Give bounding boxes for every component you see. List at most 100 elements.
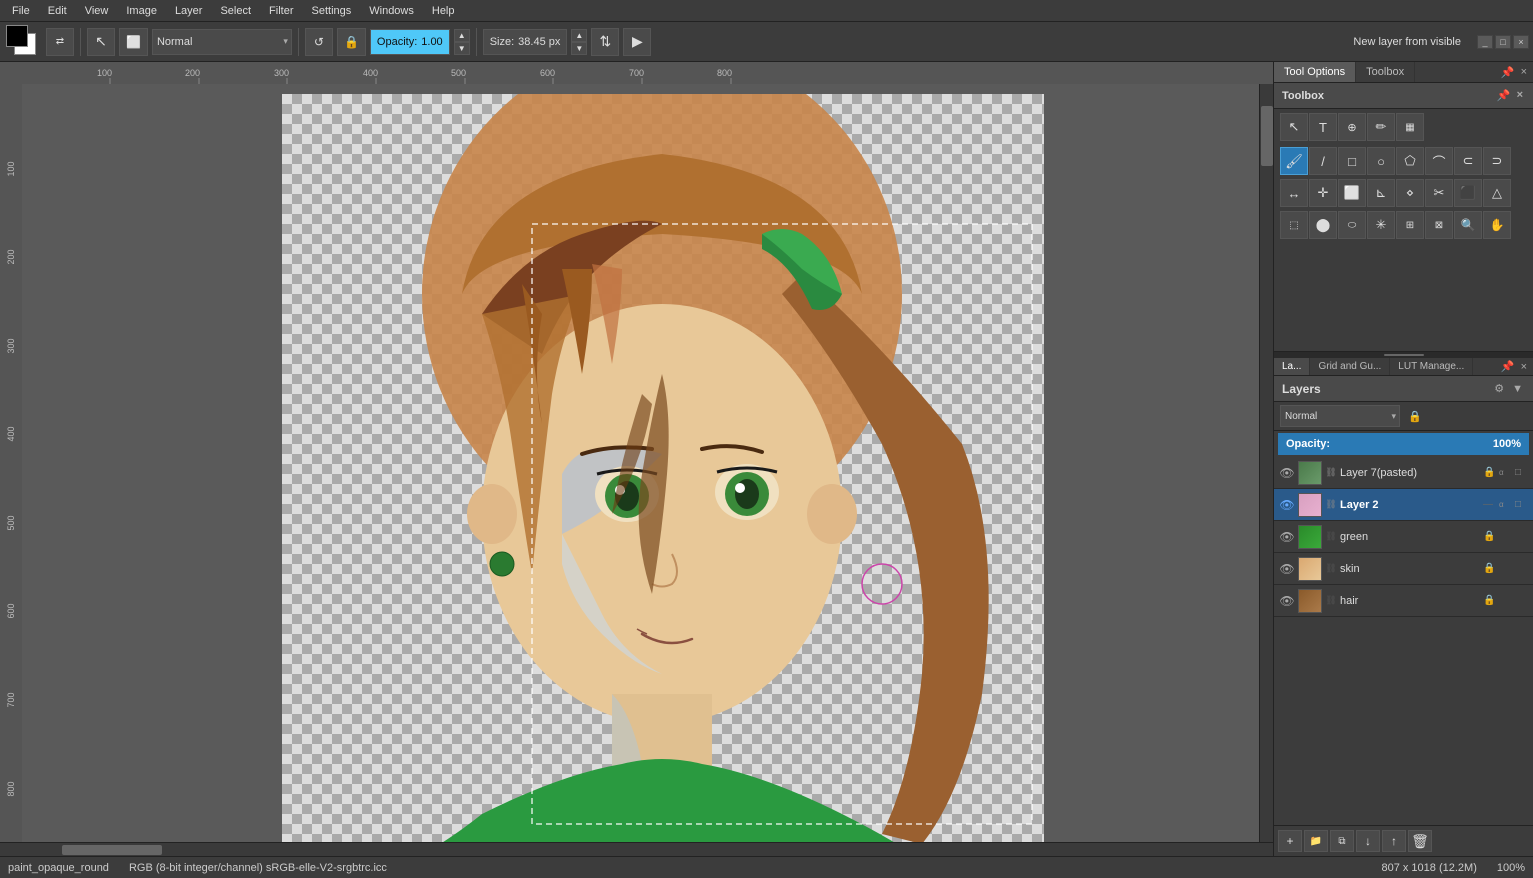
panel-pin-btn[interactable]: 📌	[1499, 64, 1517, 81]
layer-lock-skin[interactable]: 🔒	[1483, 563, 1497, 574]
layers-opacity-bar[interactable]: Opacity: 100%	[1278, 433, 1529, 455]
layer-row-pasted[interactable]: 👁 ⛓ Layer 7(pasted) 🔒 α □	[1274, 457, 1533, 489]
maximize-btn[interactable]: □	[1495, 35, 1511, 49]
size-up-btn[interactable]: ▲	[571, 29, 587, 42]
layer-row-skin[interactable]: 👁 ⛓ skin 🔒	[1274, 553, 1533, 585]
close-btn[interactable]: ×	[1513, 35, 1529, 49]
tool-clone[interactable]: ⬛	[1454, 179, 1482, 207]
flip-h-btn[interactable]: ⇅	[591, 28, 619, 56]
tool-smudge[interactable]: ⋄	[1396, 179, 1424, 207]
tool-path2[interactable]: ⊃	[1483, 147, 1511, 175]
tool-sel-ellipse[interactable]: ⬤	[1309, 211, 1337, 239]
tool-perspective[interactable]: △	[1483, 179, 1511, 207]
layer-row-layer2[interactable]: 👁 ⛓ Layer 2 — α □	[1274, 489, 1533, 521]
layer-toolbar: + 📁 ⧉ ↓ ↑ 🗑	[1274, 825, 1533, 856]
tool-sel-rect[interactable]: ⬚	[1280, 211, 1308, 239]
tool-pan[interactable]: ✋	[1483, 211, 1511, 239]
tab-layers[interactable]: La...	[1274, 358, 1310, 375]
tool-circle[interactable]: ○	[1367, 147, 1395, 175]
tool-warp[interactable]: ⊾	[1367, 179, 1395, 207]
tool-pencil[interactable]: ✏	[1367, 113, 1395, 141]
layer-lock-pasted[interactable]: 🔒	[1483, 467, 1497, 478]
layer-lock-layer2[interactable]: —	[1483, 499, 1497, 510]
tool-eraser[interactable]: ▦	[1396, 113, 1424, 141]
panel-close-btn[interactable]: ×	[1519, 64, 1529, 80]
menu-image[interactable]: Image	[118, 3, 165, 19]
vertical-scrollbar[interactable]	[1259, 84, 1273, 842]
tool-polygon[interactable]: ⬠	[1396, 147, 1424, 175]
layers-expand-btn[interactable]: ▼	[1510, 381, 1525, 397]
layer-lock-hair[interactable]: 🔒	[1483, 595, 1497, 606]
layer-lock-green[interactable]: 🔒	[1483, 531, 1497, 542]
layer-eye-hair[interactable]: 👁	[1278, 592, 1296, 610]
layers-pin-btn[interactable]: 📌	[1499, 358, 1517, 375]
minimize-btn[interactable]: _	[1477, 35, 1493, 49]
toolbox-row-1: ↖ T ⊕ ✏ ▦	[1274, 109, 1533, 145]
tool-sel-border[interactable]: ⊠	[1425, 211, 1453, 239]
tab-toolbox[interactable]: Toolbox	[1356, 62, 1415, 82]
toolbox-close-btn[interactable]: ×	[1515, 87, 1525, 104]
tool-path1[interactable]: ⊂	[1454, 147, 1482, 175]
horizontal-scrollbar-thumb[interactable]	[62, 845, 162, 855]
menu-layer[interactable]: Layer	[167, 3, 211, 19]
toolbox-pin-btn[interactable]: 📌	[1495, 87, 1513, 104]
tool-sel-grow[interactable]: ⊞	[1396, 211, 1424, 239]
duplicate-layer-btn[interactable]: ⧉	[1330, 830, 1354, 852]
lock-opacity-btn[interactable]: 🔒	[337, 28, 366, 56]
layer-eye-pasted[interactable]: 👁	[1278, 464, 1296, 482]
opacity-up-btn[interactable]: ▲	[454, 29, 470, 42]
tool-curve[interactable]: ⌒	[1425, 147, 1453, 175]
tool-option-1[interactable]: ↖	[87, 28, 115, 56]
delete-layer-btn[interactable]: 🗑	[1408, 830, 1432, 852]
menu-windows[interactable]: Windows	[361, 3, 422, 19]
new-layer-btn[interactable]: +	[1278, 830, 1302, 852]
horizontal-scrollbar[interactable]	[0, 842, 1273, 856]
swap-colors-btn[interactable]: ⇄	[46, 28, 74, 56]
layer-row-hair[interactable]: 👁 ⛓ hair 🔒	[1274, 585, 1533, 617]
tab-tool-options[interactable]: Tool Options	[1274, 62, 1356, 82]
tool-option-2[interactable]: ⬜	[119, 28, 148, 56]
menu-view[interactable]: View	[77, 3, 117, 19]
mode-select[interactable]: Normal Dissolve Multiply Screen	[152, 29, 292, 55]
menu-edit[interactable]: Edit	[40, 3, 75, 19]
tool-move[interactable]: ✛	[1309, 179, 1337, 207]
tool-align[interactable]: ↔	[1280, 179, 1308, 207]
tool-text[interactable]: T	[1309, 113, 1337, 141]
tool-sel-fuzzy[interactable]: ✳	[1367, 211, 1395, 239]
menu-help[interactable]: Help	[424, 3, 463, 19]
foreground-color-swatch[interactable]	[6, 25, 28, 47]
layers-lock-btn[interactable]: 🔒	[1406, 408, 1424, 425]
layers-settings-btn[interactable]: ⚙	[1492, 380, 1506, 397]
tool-line[interactable]: /	[1309, 147, 1337, 175]
layer-eye-green[interactable]: 👁	[1278, 528, 1296, 546]
tool-scissors[interactable]: ✂	[1425, 179, 1453, 207]
menu-select[interactable]: Select	[212, 3, 259, 19]
tool-sel-freehand[interactable]: ⬭	[1338, 211, 1366, 239]
layer-eye-skin[interactable]: 👁	[1278, 560, 1296, 578]
menu-settings[interactable]: Settings	[304, 3, 360, 19]
tool-rect[interactable]: □	[1338, 147, 1366, 175]
tab-grid-guides[interactable]: Grid and Gu...	[1310, 358, 1390, 375]
reset-opacity-btn[interactable]: ↺	[305, 28, 333, 56]
opacity-down-btn[interactable]: ▼	[454, 42, 470, 55]
toolbox-row-2: 🖌 / □ ○ ⬠ ⌒ ⊂ ⊃	[1274, 145, 1533, 177]
layers-close-btn[interactable]: ×	[1519, 359, 1529, 375]
layer-row-green[interactable]: 👁 ⛓ green 🔒	[1274, 521, 1533, 553]
tool-crop[interactable]: ⬜	[1338, 179, 1366, 207]
tab-lut-manager[interactable]: LUT Manage...	[1390, 358, 1473, 375]
move-layer-up-btn[interactable]: ↑	[1382, 830, 1406, 852]
new-layer-group-btn[interactable]: 📁	[1304, 830, 1328, 852]
move-layer-down-btn[interactable]: ↓	[1356, 830, 1380, 852]
menu-filter[interactable]: Filter	[261, 3, 301, 19]
canvas-viewport[interactable]	[22, 84, 1259, 842]
size-down-btn[interactable]: ▼	[571, 42, 587, 55]
tool-paintbrush[interactable]: 🖌	[1280, 147, 1308, 175]
tool-pointer[interactable]: ↖	[1280, 113, 1308, 141]
vertical-scrollbar-thumb[interactable]	[1261, 106, 1273, 166]
layer-eye-layer2[interactable]: 👁	[1278, 496, 1296, 514]
tool-eyedropper[interactable]: ⊕	[1338, 113, 1366, 141]
menu-file[interactable]: File	[4, 3, 38, 19]
flip-v-btn[interactable]: ▶	[623, 28, 651, 56]
tool-zoom[interactable]: 🔍	[1454, 211, 1482, 239]
layers-mode-select[interactable]: Normal Multiply Screen	[1280, 405, 1400, 427]
